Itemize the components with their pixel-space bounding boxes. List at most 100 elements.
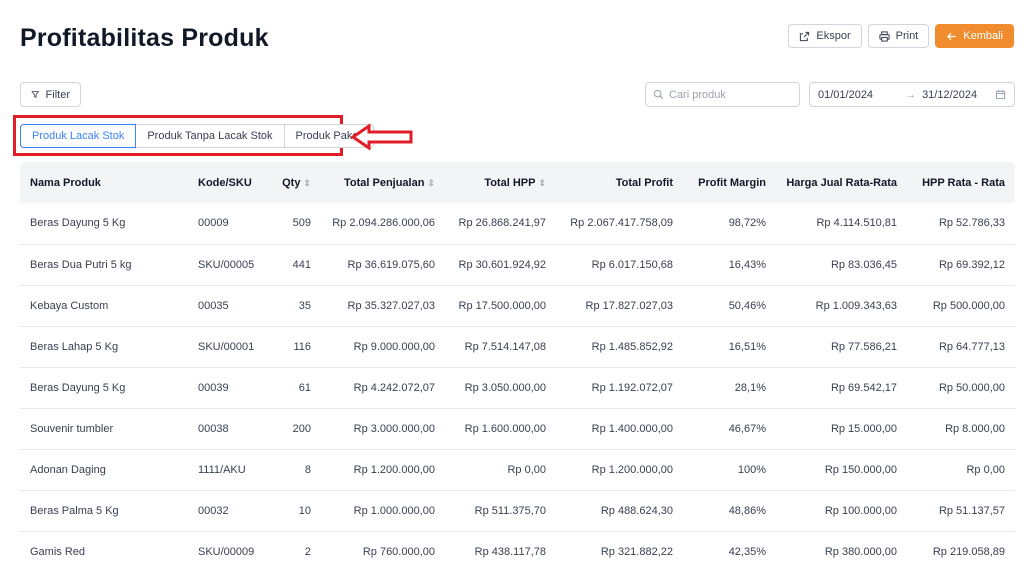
cell-qty: 8 [268, 449, 321, 491]
cell-total-penjualan: Rp 36.619.075,60 [321, 244, 445, 286]
cell-total-profit: Rp 321.882,22 [556, 531, 683, 567]
cell-hpp-rata-rata: Rp 8.000,00 [907, 408, 1015, 450]
sort-icon[interactable]: ⇕ [427, 178, 435, 188]
cell-total-hpp: Rp 26.868.241,97 [445, 203, 556, 245]
cell-total-hpp: Rp 17.500.000,00 [445, 285, 556, 327]
cell-total-penjualan: Rp 760.000,00 [321, 531, 445, 567]
date-end[interactable]: 31/12/2024 [922, 89, 977, 101]
filter-icon [31, 91, 40, 98]
export-button[interactable]: Ekspor [788, 24, 862, 48]
cell-total-penjualan: Rp 4.242.072,07 [321, 367, 445, 409]
cell-total-penjualan: Rp 3.000.000,00 [321, 408, 445, 450]
cell-total-profit: Rp 17.827.027,03 [556, 285, 683, 327]
calendar-icon [995, 89, 1006, 100]
cell-total-penjualan: Rp 9.000.000,00 [321, 326, 445, 368]
cell-hpp-rata-rata: Rp 51.137,57 [907, 490, 1015, 532]
column-header-total-hpp[interactable]: Total HPP ⇕ [445, 162, 556, 203]
sort-icon[interactable]: ⇕ [303, 178, 311, 188]
filter-label: Filter [45, 88, 70, 101]
search-input[interactable] [669, 88, 789, 101]
arrow-left-icon [947, 32, 956, 40]
cell-qty: 10 [268, 490, 321, 532]
tab-produk-lacak-stok[interactable]: Produk Lacak Stok [20, 124, 137, 148]
print-label: Print [895, 30, 919, 42]
cell-total-hpp: Rp 0,00 [445, 449, 556, 491]
column-header-qty[interactable]: Qty ⇕ [268, 162, 321, 203]
arrow-right-icon: → [905, 88, 917, 101]
export-icon [800, 31, 810, 41]
cell-kode-sku: 00032 [188, 490, 268, 532]
printer-icon [879, 30, 890, 42]
back-label: Kembali [963, 30, 1003, 42]
cell-profit-margin: 46,67% [683, 408, 776, 450]
cell-harga-jual-rata-rata: Rp 4.114.510,81 [776, 203, 907, 245]
cell-harga-jual-rata-rata: Rp 83.036,45 [776, 244, 907, 286]
cell-qty: 61 [268, 367, 321, 409]
cell-kode-sku: 00009 [188, 203, 268, 245]
table-row[interactable]: Gamis Red SKU/00009 2 Rp 760.000,00 Rp 4… [20, 531, 1015, 567]
table-row[interactable]: Beras Dayung 5 Kg 00009 509 Rp 2.094.286… [20, 203, 1015, 245]
table-row[interactable]: Beras Lahap 5 Kg SKU/00001 116 Rp 9.000.… [20, 326, 1015, 368]
cell-profit-margin: 100% [683, 449, 776, 491]
cell-total-hpp: Rp 511.375,70 [445, 490, 556, 532]
column-header-hpp-rata-rata: HPP Rata - Rata [907, 162, 1015, 203]
cell-hpp-rata-rata: Rp 64.777,13 [907, 326, 1015, 368]
back-button[interactable]: Kembali [935, 24, 1014, 48]
date-start[interactable]: 01/01/2024 [818, 89, 873, 101]
sort-icon[interactable]: ⇕ [538, 178, 546, 188]
cell-harga-jual-rata-rata: Rp 1.009.343,63 [776, 285, 907, 327]
cell-qty: 35 [268, 285, 321, 327]
tab-produk-tanpa-lacak-stok[interactable]: Produk Tanpa Lacak Stok [135, 124, 285, 148]
cell-qty: 509 [268, 203, 321, 245]
cell-total-penjualan: Rp 1.200.000,00 [321, 449, 445, 491]
column-header-profit-margin: Profit Margin [683, 162, 776, 203]
cell-total-profit: Rp 6.017.150,68 [556, 244, 683, 286]
column-header-nama-produk: Nama Produk [20, 162, 188, 203]
cell-nama-produk: Beras Lahap 5 Kg [20, 326, 188, 368]
cell-nama-produk: Beras Palma 5 Kg [20, 490, 188, 532]
profitability-table: Nama Produk Kode/SKU Qty ⇕ Total Penjuala… [20, 162, 1015, 567]
table-header-row: Nama Produk Kode/SKU Qty ⇕ Total Penjuala… [20, 162, 1015, 203]
table-row[interactable]: Beras Dayung 5 Kg 00039 61 Rp 4.242.072,… [20, 367, 1015, 409]
cell-hpp-rata-rata: Rp 50.000,00 [907, 367, 1015, 409]
cell-nama-produk: Beras Dayung 5 Kg [20, 367, 188, 409]
cell-harga-jual-rata-rata: Rp 380.000,00 [776, 531, 907, 567]
cell-harga-jual-rata-rata: Rp 100.000,00 [776, 490, 907, 532]
print-button[interactable]: Print [867, 24, 930, 48]
cell-total-hpp: Rp 3.050.000,00 [445, 367, 556, 409]
table-row[interactable]: Beras Dua Putri 5 kg SKU/00005 441 Rp 36… [20, 244, 1015, 286]
column-header-kode-sku: Kode/SKU [188, 162, 268, 203]
table-body: Beras Dayung 5 Kg 00009 509 Rp 2.094.286… [20, 203, 1015, 567]
cell-kode-sku: 00039 [188, 367, 268, 409]
cell-nama-produk: Beras Dua Putri 5 kg [20, 244, 188, 286]
cell-qty: 2 [268, 531, 321, 567]
cell-total-penjualan: Rp 35.327.027,03 [321, 285, 445, 327]
cell-harga-jual-rata-rata: Rp 15.000,00 [776, 408, 907, 450]
cell-profit-margin: 42,35% [683, 531, 776, 567]
table-row[interactable]: Souvenir tumbler 00038 200 Rp 3.000.000,… [20, 408, 1015, 450]
table-row[interactable]: Beras Palma 5 Kg 00032 10 Rp 1.000.000,0… [20, 490, 1015, 532]
column-header-total-penjualan[interactable]: Total Penjualan ⇕ [321, 162, 445, 203]
cell-total-hpp: Rp 1.600.000,00 [445, 408, 556, 450]
cell-kode-sku: SKU/00009 [188, 531, 268, 567]
cell-profit-margin: 48,86% [683, 490, 776, 532]
cell-kode-sku: 00038 [188, 408, 268, 450]
date-range-picker[interactable]: 01/01/2024 → 31/12/2024 [809, 82, 1015, 107]
cell-kode-sku: SKU/00001 [188, 326, 268, 368]
cell-hpp-rata-rata: Rp 52.786,33 [907, 203, 1015, 245]
table-row[interactable]: Adonan Daging 1111/AKU 8 Rp 1.200.000,00… [20, 449, 1015, 491]
table-row[interactable]: Kebaya Custom 00035 35 Rp 35.327.027,03 … [20, 285, 1015, 327]
cell-harga-jual-rata-rata: Rp 69.542,17 [776, 367, 907, 409]
filter-button[interactable]: Filter [20, 82, 81, 107]
cell-qty: 200 [268, 408, 321, 450]
cell-qty: 441 [268, 244, 321, 286]
cell-total-profit: Rp 1.485.852,92 [556, 326, 683, 368]
column-header-total-profit: Total Profit [556, 162, 683, 203]
cell-total-hpp: Rp 7.514.147,08 [445, 326, 556, 368]
cell-profit-margin: 50,46% [683, 285, 776, 327]
cell-hpp-rata-rata: Rp 0,00 [907, 449, 1015, 491]
cell-kode-sku: SKU/00005 [188, 244, 268, 286]
cell-hpp-rata-rata: Rp 69.392,12 [907, 244, 1015, 286]
cell-total-profit: Rp 2.067.417.758,09 [556, 203, 683, 245]
cell-harga-jual-rata-rata: Rp 150.000,00 [776, 449, 907, 491]
